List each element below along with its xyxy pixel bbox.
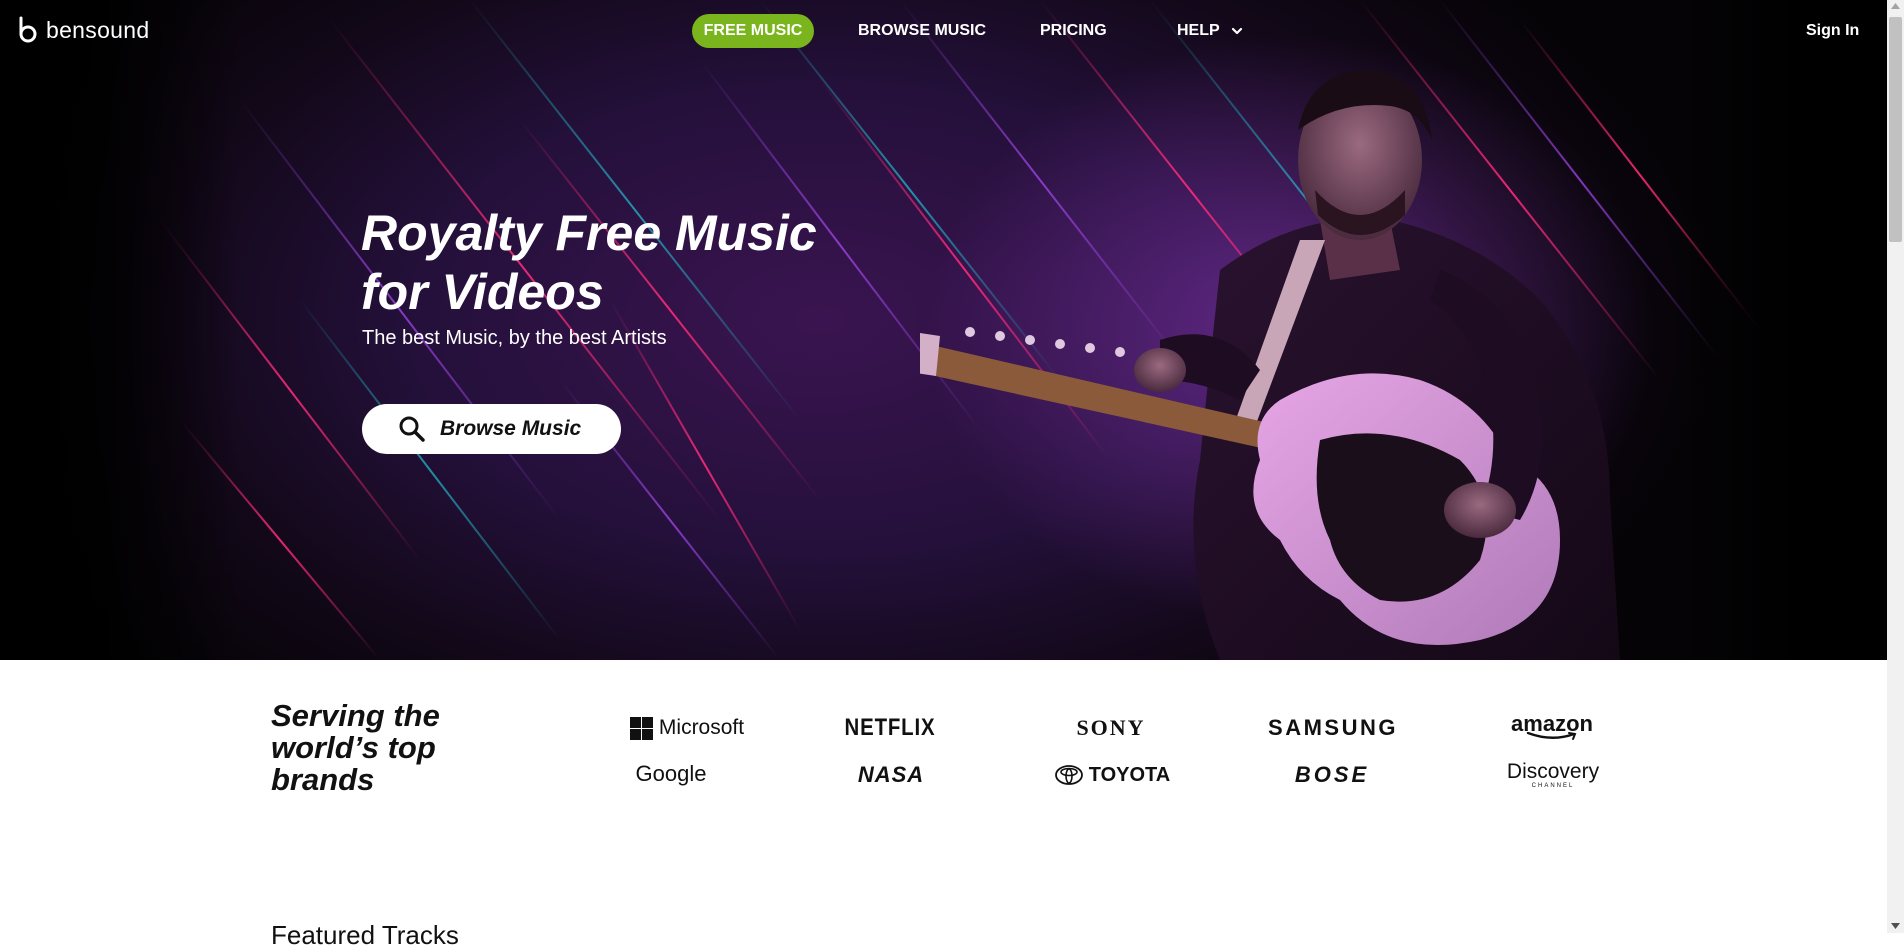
toyota-emblem-icon	[1054, 765, 1083, 785]
nav-browse-music-link[interactable]: BROWSE MUSIC	[858, 14, 986, 48]
page-scrollbar[interactable]	[1887, 0, 1904, 933]
nasa-logo: NASA	[857, 762, 925, 787]
guitarist-photo	[920, 70, 1620, 660]
sony-logo: SONY	[1076, 715, 1146, 740]
hero-subtitle: The best Music, by the best Artists	[362, 327, 667, 349]
scroll-up-arrow-icon[interactable]	[1891, 3, 1900, 9]
toyota-text: TOYOTA	[1088, 763, 1171, 786]
netflix-logo: NETFLIX	[844, 714, 936, 741]
browse-music-label: Browse Music	[440, 417, 582, 440]
bensound-b-icon	[19, 16, 37, 43]
top-navigation: bensound FREE MUSIC BROWSE MUSIC PRICING…	[0, 0, 1887, 62]
hero-banner: bensound FREE MUSIC BROWSE MUSIC PRICING…	[0, 0, 1887, 660]
bensound-logo[interactable]: bensound	[16, 16, 149, 44]
microsoft-logo: Microsoft	[612, 713, 762, 743]
logo-text: bensound	[46, 16, 150, 43]
scrollbar-thumb[interactable]	[1889, 17, 1902, 242]
google-logo: Google	[635, 761, 707, 786]
nav-pricing-link[interactable]: PRICING	[1040, 14, 1107, 48]
discovery-logo: Discovery CHANNEL	[1500, 757, 1606, 793]
chevron-down-icon	[1231, 27, 1242, 35]
nav-free-music-button[interactable]: FREE MUSIC	[692, 14, 814, 48]
amazon-smile-icon	[1526, 731, 1577, 740]
sign-in-link[interactable]: Sign In	[1806, 14, 1859, 48]
scroll-down-arrow-icon[interactable]	[1891, 923, 1900, 929]
brands-heading-line2: world’s top	[271, 730, 436, 765]
toyota-logo: TOYOTA	[1050, 760, 1174, 790]
brands-heading-line3: brands	[271, 762, 375, 797]
amazon-logo: amazon	[1511, 709, 1593, 743]
microsoft-grid-icon	[629, 716, 653, 740]
brands-heading-line1: Serving the	[271, 698, 440, 733]
bose-logo: BOSE	[1294, 762, 1370, 787]
microsoft-text: Microsoft	[658, 716, 745, 739]
samsung-logo: SAMSUNG	[1268, 715, 1398, 740]
browse-music-button[interactable]: Browse Music	[362, 404, 621, 454]
search-icon	[399, 416, 425, 442]
brands-heading: Serving the world’s top brands	[271, 700, 501, 796]
hero-title-line2: for Videos	[361, 264, 604, 320]
nav-help-dropdown[interactable]: HELP	[1177, 14, 1243, 48]
hero-title: Royalty Free Music for Videos	[361, 204, 881, 322]
nav-help-label: HELP	[1177, 22, 1220, 39]
hero-title-line1: Royalty Free Music	[361, 205, 817, 261]
featured-tracks-heading: Featured Tracks	[271, 920, 459, 950]
discovery-text: Discovery	[1506, 760, 1600, 783]
hero-right-fade	[1667, 0, 1887, 660]
discovery-channel-text: CHANNEL	[1531, 783, 1575, 789]
hero-left-fade	[0, 0, 240, 660]
